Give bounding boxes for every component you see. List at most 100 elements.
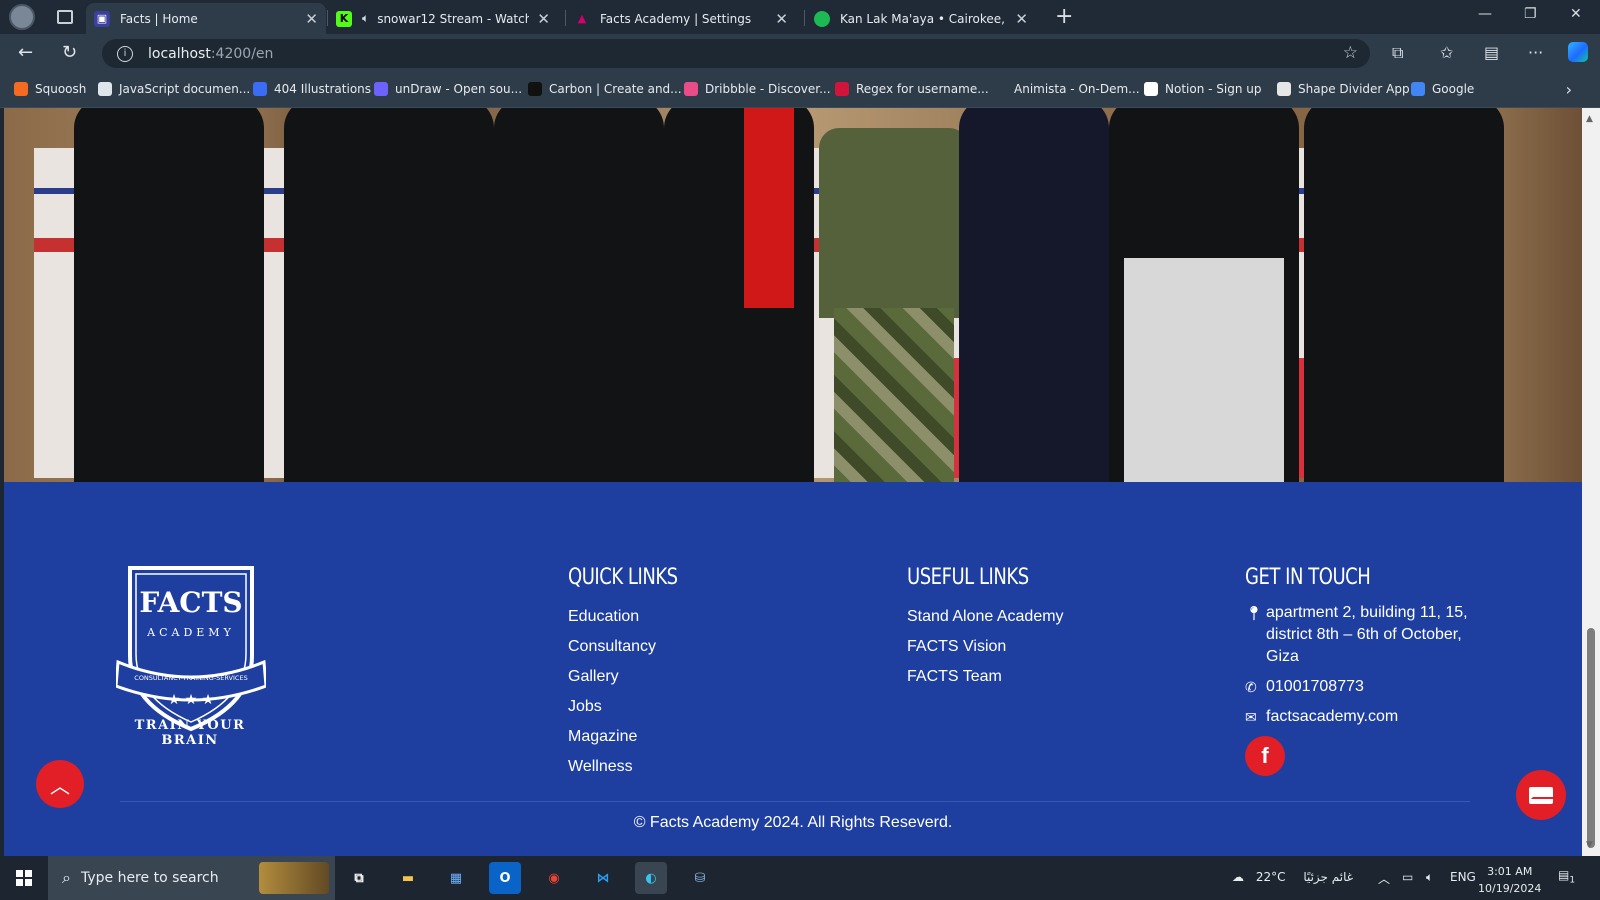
contact-mail-button[interactable] xyxy=(1516,770,1566,820)
bookmark-item[interactable]: 404 Illustrations xyxy=(253,82,371,96)
favorite-star-icon[interactable]: ☆ xyxy=(1343,43,1358,63)
microsoft-store-icon[interactable]: ▦ xyxy=(440,862,472,894)
contact-email[interactable]: ✉ factsacademy.com xyxy=(1245,706,1475,728)
bookmark-item[interactable]: Google xyxy=(1411,82,1474,96)
bookmark-label: Google xyxy=(1432,82,1475,96)
minimize-icon[interactable]: — xyxy=(1478,6,1492,22)
chevron-up-icon: ︿ xyxy=(50,773,70,798)
postgres-icon[interactable]: ⛁ xyxy=(684,862,716,894)
quick-links-column: QUICK LINKS Education Consultancy Gallery J… xyxy=(568,565,702,782)
bookmark-label: Squoosh xyxy=(35,82,87,96)
bookmark-label: Carbon | Create and... xyxy=(549,82,682,96)
more-menu-icon[interactable]: ··· xyxy=(1528,43,1543,62)
close-tab-icon[interactable]: ✕ xyxy=(305,10,318,28)
bookmark-label: Regex for username... xyxy=(856,82,989,96)
bookmarks-more-chevron-icon[interactable]: › xyxy=(1566,80,1572,99)
chrome-icon[interactable]: ◉ xyxy=(538,862,570,894)
system-clock[interactable]: 3:01 AM 10/19/2024 xyxy=(1478,863,1541,897)
close-tab-icon[interactable]: ✕ xyxy=(537,10,550,28)
profile-avatar[interactable] xyxy=(9,4,35,30)
bookmark-item[interactable]: Notion - Sign up xyxy=(1144,82,1261,96)
bookmark-item[interactable]: Shape Divider App xyxy=(1277,82,1410,96)
extensions-icon[interactable]: ⧉ xyxy=(1392,43,1403,63)
restore-icon[interactable]: ❐ xyxy=(1524,6,1537,22)
taskbar-search[interactable]: ⌕ Type here to search xyxy=(48,856,335,900)
bookmark-favicon-icon xyxy=(1277,82,1291,96)
task-view-icon[interactable]: ⧉ xyxy=(343,862,375,894)
angular-favicon-icon: ▲ xyxy=(577,12,587,25)
tab-title: Kan Lak Ma'aya • Cairokee, Umm Kulthum xyxy=(840,11,1007,26)
volume-icon[interactable]: 🔈︎ xyxy=(1426,870,1433,885)
tab-facts-settings[interactable]: ▲ Facts Academy | Settings ✕ xyxy=(566,3,796,34)
bookmark-item[interactable]: Animista - On-Dem... xyxy=(993,82,1140,96)
bookmark-favicon-icon xyxy=(528,82,542,96)
bookmark-favicon-icon xyxy=(835,82,849,96)
address-bar[interactable]: i localhost:4200/en ☆ xyxy=(102,39,1370,68)
search-icon: ⌕ xyxy=(62,868,71,887)
edge-icon[interactable]: ◐ xyxy=(635,862,667,894)
bookmark-favicon-icon xyxy=(253,82,267,96)
bookmark-item[interactable]: Carbon | Create and... xyxy=(528,82,682,96)
quick-link[interactable]: Jobs xyxy=(568,692,702,722)
contact-phone[interactable]: ✆ 01001708773 xyxy=(1245,676,1475,698)
notification-icon[interactable]: ▤1 xyxy=(1558,868,1575,885)
tab-title: snowar12 Stream - Watch Live xyxy=(377,11,530,26)
quick-link[interactable]: Education xyxy=(568,602,702,632)
quick-link[interactable]: Wellness xyxy=(568,752,702,782)
close-tab-icon[interactable]: ✕ xyxy=(775,10,788,28)
tab-facts-home[interactable]: ▣ Facts | Home ✕ xyxy=(86,3,326,34)
bookmark-label: Animista - On-Dem... xyxy=(1014,82,1140,96)
bookmark-item[interactable]: unDraw - Open sou... xyxy=(374,82,522,96)
bookmark-label: Shape Divider App xyxy=(1298,82,1410,96)
file-explorer-icon[interactable]: ▬ xyxy=(392,862,424,894)
favorites-icon[interactable]: ✩ xyxy=(1440,43,1453,62)
quick-link[interactable]: Gallery xyxy=(568,662,702,692)
facts-academy-logo[interactable]: FACTS ACADEMY CONSULTANCY-TRAINING-SERVI… xyxy=(116,564,266,734)
kick-favicon-icon: K xyxy=(336,10,352,27)
bookmark-item[interactable]: Dribbble - Discover... xyxy=(684,82,831,96)
phone-icon: ✆ xyxy=(1245,679,1257,695)
reload-icon[interactable]: ↻ xyxy=(62,42,77,63)
back-icon[interactable]: ← xyxy=(18,42,33,63)
quick-link[interactable]: Consultancy xyxy=(568,632,702,662)
tab-kick-stream[interactable]: K 🔈︎ snowar12 Stream - Watch Live ✕ xyxy=(328,3,558,34)
battery-icon[interactable]: ▭ xyxy=(1402,870,1413,884)
svg-text:ACADEMY: ACADEMY xyxy=(146,626,235,639)
tab-actions-icon[interactable] xyxy=(57,10,73,24)
windows-start-icon[interactable] xyxy=(16,870,32,886)
bookmark-label: JavaScript documen... xyxy=(119,82,251,96)
svg-text:★ ★ ★: ★ ★ ★ xyxy=(168,692,215,708)
bookmark-item[interactable]: Regex for username... xyxy=(835,82,989,96)
page-scrollbar[interactable]: ▲ ▼ xyxy=(1582,108,1600,856)
tab-spotify[interactable]: Kan Lak Ma'aya • Cairokee, Umm Kulthum ✕ xyxy=(806,3,1036,34)
collections-icon[interactable]: ▤ xyxy=(1484,43,1499,62)
quick-link[interactable]: Magazine xyxy=(568,722,702,752)
weather-cloud-icon: ☁ xyxy=(1232,870,1244,884)
bookmark-item[interactable]: JavaScript documen... xyxy=(98,82,250,96)
outlook-icon[interactable]: O xyxy=(489,862,521,894)
bookmark-favicon-icon xyxy=(98,82,112,96)
useful-link[interactable]: FACTS Team xyxy=(907,662,1064,692)
speaker-icon[interactable]: 🔈︎ xyxy=(362,11,369,26)
new-tab-icon[interactable]: + xyxy=(1055,4,1073,29)
useful-link[interactable]: Stand Alone Academy xyxy=(907,602,1064,632)
weather-widget[interactable]: ☁ 22°C غائم جزئيًا xyxy=(1232,870,1353,884)
site-info-icon[interactable]: i xyxy=(117,45,133,62)
close-window-icon[interactable]: ✕ xyxy=(1570,6,1582,22)
copilot-icon[interactable] xyxy=(1568,42,1588,62)
tray-overflow-chevron-icon[interactable]: ︿ xyxy=(1378,870,1390,887)
vscode-icon[interactable]: ⋈ xyxy=(587,862,619,894)
footer-divider xyxy=(120,801,1470,802)
contact-column: GET IN TOUCH 📍︎ apartment 2, building 11… xyxy=(1245,565,1475,776)
close-tab-icon[interactable]: ✕ xyxy=(1015,10,1028,28)
tab-title: Facts | Home xyxy=(120,11,198,26)
bookmark-favicon-icon xyxy=(374,82,388,96)
url-text[interactable]: localhost:4200/en xyxy=(148,46,273,62)
bookmark-favicon-icon xyxy=(14,82,28,96)
facebook-icon[interactable]: f xyxy=(1245,736,1285,776)
logo-tagline: TRAIN YOUR BRAIN xyxy=(134,718,246,748)
scroll-to-top-button[interactable]: ︿ xyxy=(36,760,84,808)
language-indicator[interactable]: ENG xyxy=(1450,870,1476,884)
useful-link[interactable]: FACTS Vision xyxy=(907,632,1064,662)
bookmark-item[interactable]: Squoosh xyxy=(14,82,86,96)
